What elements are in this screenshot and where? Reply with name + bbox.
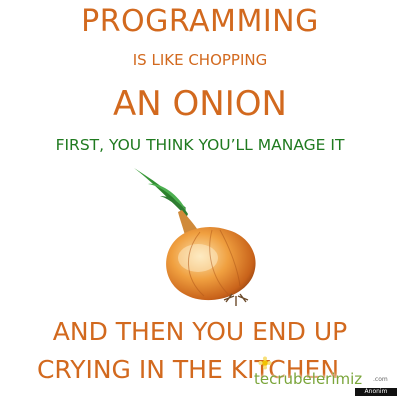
site-watermark: tecrubelerimiz .com Anonim	[240, 356, 400, 396]
onion-illustration	[134, 168, 256, 306]
watermark-text: tecrubelerimiz	[254, 370, 363, 388]
headline-programming: PROGRAMMING	[81, 4, 319, 39]
tagline-end-up: AND THEN YOU END UP	[52, 317, 348, 346]
flower-logo-icon	[258, 356, 272, 370]
watermark-badge: Anonim	[355, 388, 397, 396]
subline-first-you-think: FIRST, YOU THINK YOU’LL MANAGE IT	[55, 136, 345, 154]
watermark-suffix: .com	[373, 376, 388, 383]
subline-is-like-chopping: IS LIKE CHOPPING	[132, 51, 268, 69]
headline-an-onion: AN ONION	[113, 84, 287, 124]
